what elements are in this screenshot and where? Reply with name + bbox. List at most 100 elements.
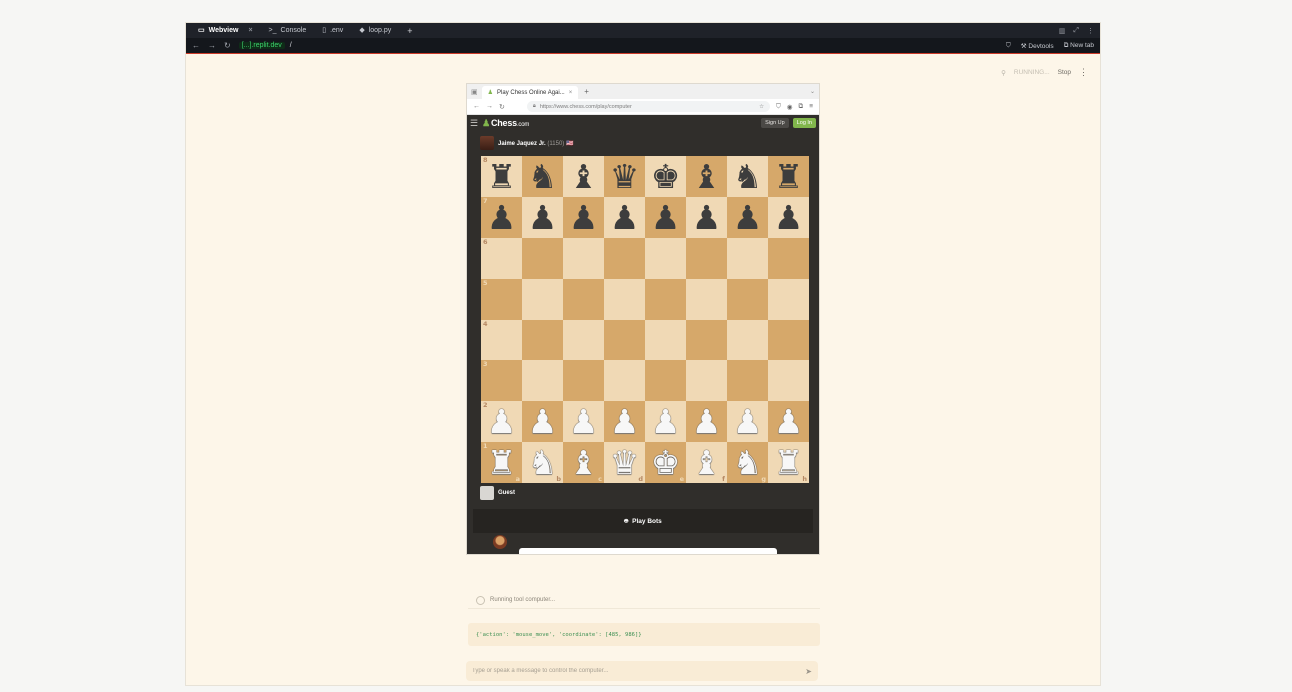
tab-env[interactable]: ▯ .env — [314, 24, 351, 37]
square-h1[interactable]: h ♜ — [768, 442, 809, 483]
square-d8[interactable]: ♛ — [604, 156, 645, 197]
hamburger-icon[interactable]: ☰ — [470, 118, 478, 129]
black-pawn-icon[interactable]: ♟ — [733, 201, 763, 234]
square-e6[interactable] — [645, 237, 686, 279]
inner-address-field[interactable]: 🔒︎ https://www.chess.com/play/computer ☆ — [526, 101, 770, 112]
square-a3[interactable]: 3 — [481, 360, 522, 402]
square-g3[interactable] — [727, 360, 768, 402]
square-f1[interactable]: f ♝ — [686, 442, 727, 483]
square-f2[interactable]: ♟ — [686, 401, 727, 443]
square-d4[interactable] — [604, 319, 645, 361]
white-pawn-icon[interactable]: ♟ — [651, 405, 681, 438]
add-tab-button[interactable]: + — [401, 26, 418, 36]
black-queen-icon[interactable]: ♛ — [610, 160, 640, 193]
black-king-icon[interactable]: ♚ — [651, 160, 681, 193]
expand-icon[interactable]: ⤢ — [1073, 27, 1079, 35]
shield-icon[interactable]: ⛉ — [1006, 42, 1011, 50]
square-b8[interactable]: ♞ — [522, 156, 563, 197]
white-knight-icon[interactable]: ♞ — [528, 446, 558, 479]
star-icon[interactable]: ☆ — [759, 104, 764, 110]
inner-reload-icon[interactable]: ↻ — [499, 103, 505, 111]
square-f4[interactable] — [686, 319, 727, 361]
square-a8[interactable]: 8 ♜ — [481, 156, 522, 197]
square-f3[interactable] — [686, 360, 727, 402]
square-d7[interactable]: ♟ — [604, 196, 645, 238]
tab-loop-py[interactable]: ◆ loop.py — [351, 24, 399, 37]
square-b4[interactable] — [522, 319, 563, 361]
square-c5[interactable] — [563, 278, 604, 320]
menu-icon[interactable]: ≡ — [809, 103, 813, 111]
new-tab-button[interactable]: ⧉ New tab — [1064, 42, 1094, 50]
square-a4[interactable]: 4 — [481, 319, 522, 361]
white-king-icon[interactable]: ♚ — [651, 446, 681, 479]
black-pawn-icon[interactable]: ♟ — [528, 201, 558, 234]
square-f6[interactable] — [686, 237, 727, 279]
account-icon[interactable]: ◉ — [787, 103, 793, 111]
black-pawn-icon[interactable]: ♟ — [774, 201, 804, 234]
chevron-down-icon[interactable]: ⌄ — [810, 88, 815, 95]
avatar[interactable] — [480, 136, 494, 150]
square-h2[interactable]: ♟ — [768, 401, 809, 443]
square-b6[interactable] — [522, 237, 563, 279]
black-pawn-icon[interactable]: ♟ — [651, 201, 681, 234]
chess-logo[interactable]: ♟Chess.com — [482, 118, 529, 129]
square-f7[interactable]: ♟ — [686, 196, 727, 238]
white-pawn-icon[interactable]: ♟ — [610, 405, 640, 438]
black-knight-icon[interactable]: ♞ — [528, 160, 558, 193]
square-a7[interactable]: 7 ♟ — [481, 196, 522, 238]
white-pawn-icon[interactable]: ♟ — [774, 405, 804, 438]
square-e3[interactable] — [645, 360, 686, 402]
white-pawn-icon[interactable]: ♟ — [528, 405, 558, 438]
square-a2[interactable]: 2 ♟ — [481, 401, 522, 443]
bot-avatar[interactable] — [493, 535, 507, 549]
address-field[interactable]: [...].replit.dev / — [238, 42, 292, 49]
square-b2[interactable]: ♟ — [522, 401, 563, 443]
square-a6[interactable]: 6 — [481, 237, 522, 279]
square-e4[interactable] — [645, 319, 686, 361]
square-b1[interactable]: b ♞ — [522, 442, 563, 483]
square-d6[interactable] — [604, 237, 645, 279]
tab-overview-icon[interactable]: ▣ — [471, 88, 478, 96]
back-icon[interactable]: ← — [192, 41, 200, 50]
message-input[interactable] — [472, 668, 806, 674]
sign-up-button[interactable]: Sign Up — [761, 118, 789, 128]
black-pawn-icon[interactable]: ♟ — [569, 201, 599, 234]
square-h3[interactable] — [768, 360, 809, 402]
square-h7[interactable]: ♟ — [768, 196, 809, 238]
square-d2[interactable]: ♟ — [604, 401, 645, 443]
square-c7[interactable]: ♟ — [563, 196, 604, 238]
white-rook-icon[interactable]: ♜ — [774, 446, 804, 479]
black-pawn-icon[interactable]: ♟ — [487, 201, 517, 234]
square-b3[interactable] — [522, 360, 563, 402]
square-a1[interactable]: 1 a ♜ — [481, 442, 522, 483]
white-queen-icon[interactable]: ♛ — [610, 446, 640, 479]
square-e5[interactable] — [645, 278, 686, 320]
play-bots-button[interactable]: 🤖︎ Play Bots — [473, 509, 813, 533]
square-g4[interactable] — [727, 319, 768, 361]
inner-new-tab-icon[interactable]: + — [584, 87, 589, 96]
square-d1[interactable]: d ♛ — [604, 442, 645, 483]
square-g7[interactable]: ♟ — [727, 196, 768, 238]
square-f8[interactable]: ♝ — [686, 156, 727, 197]
square-c2[interactable]: ♟ — [563, 401, 604, 443]
chess-board[interactable]: 8 ♜ ♞ ♝ ♛ ♚ ♝ ♞ ♜ 7 ♟ ♟ ♟ ♟ ♟ ♟ ♟ ♟ 6 5 4 3 2 ♟ ♟ ♟ ♟ ♟ ♟ ♟ ♟ 1 a ♜ b ♞ c ♝ d ♛… — [481, 156, 809, 483]
square-a5[interactable]: 5 — [481, 278, 522, 320]
split-icon[interactable]: ▥ — [1059, 27, 1066, 35]
square-e7[interactable]: ♟ — [645, 196, 686, 238]
white-pawn-icon[interactable]: ♟ — [692, 405, 722, 438]
square-g6[interactable] — [727, 237, 768, 279]
white-rook-icon[interactable]: ♜ — [487, 446, 517, 479]
square-g5[interactable] — [727, 278, 768, 320]
extensions-icon[interactable]: ⧉ — [799, 103, 804, 111]
reload-icon[interactable]: ↻ — [224, 41, 231, 50]
tab-webview[interactable]: ▭ Webview × — [190, 24, 261, 37]
square-e8[interactable]: ♚ — [645, 156, 686, 197]
square-h4[interactable] — [768, 319, 809, 361]
opponent-name[interactable]: Jaime Jaquez Jr. (1150) 🇺🇸 — [498, 140, 573, 147]
kebab-menu-icon[interactable]: ⋮ — [1079, 67, 1088, 78]
square-c4[interactable] — [563, 319, 604, 361]
square-h5[interactable] — [768, 278, 809, 320]
black-bishop-icon[interactable]: ♝ — [569, 160, 599, 193]
square-c6[interactable] — [563, 237, 604, 279]
square-c8[interactable]: ♝ — [563, 156, 604, 197]
